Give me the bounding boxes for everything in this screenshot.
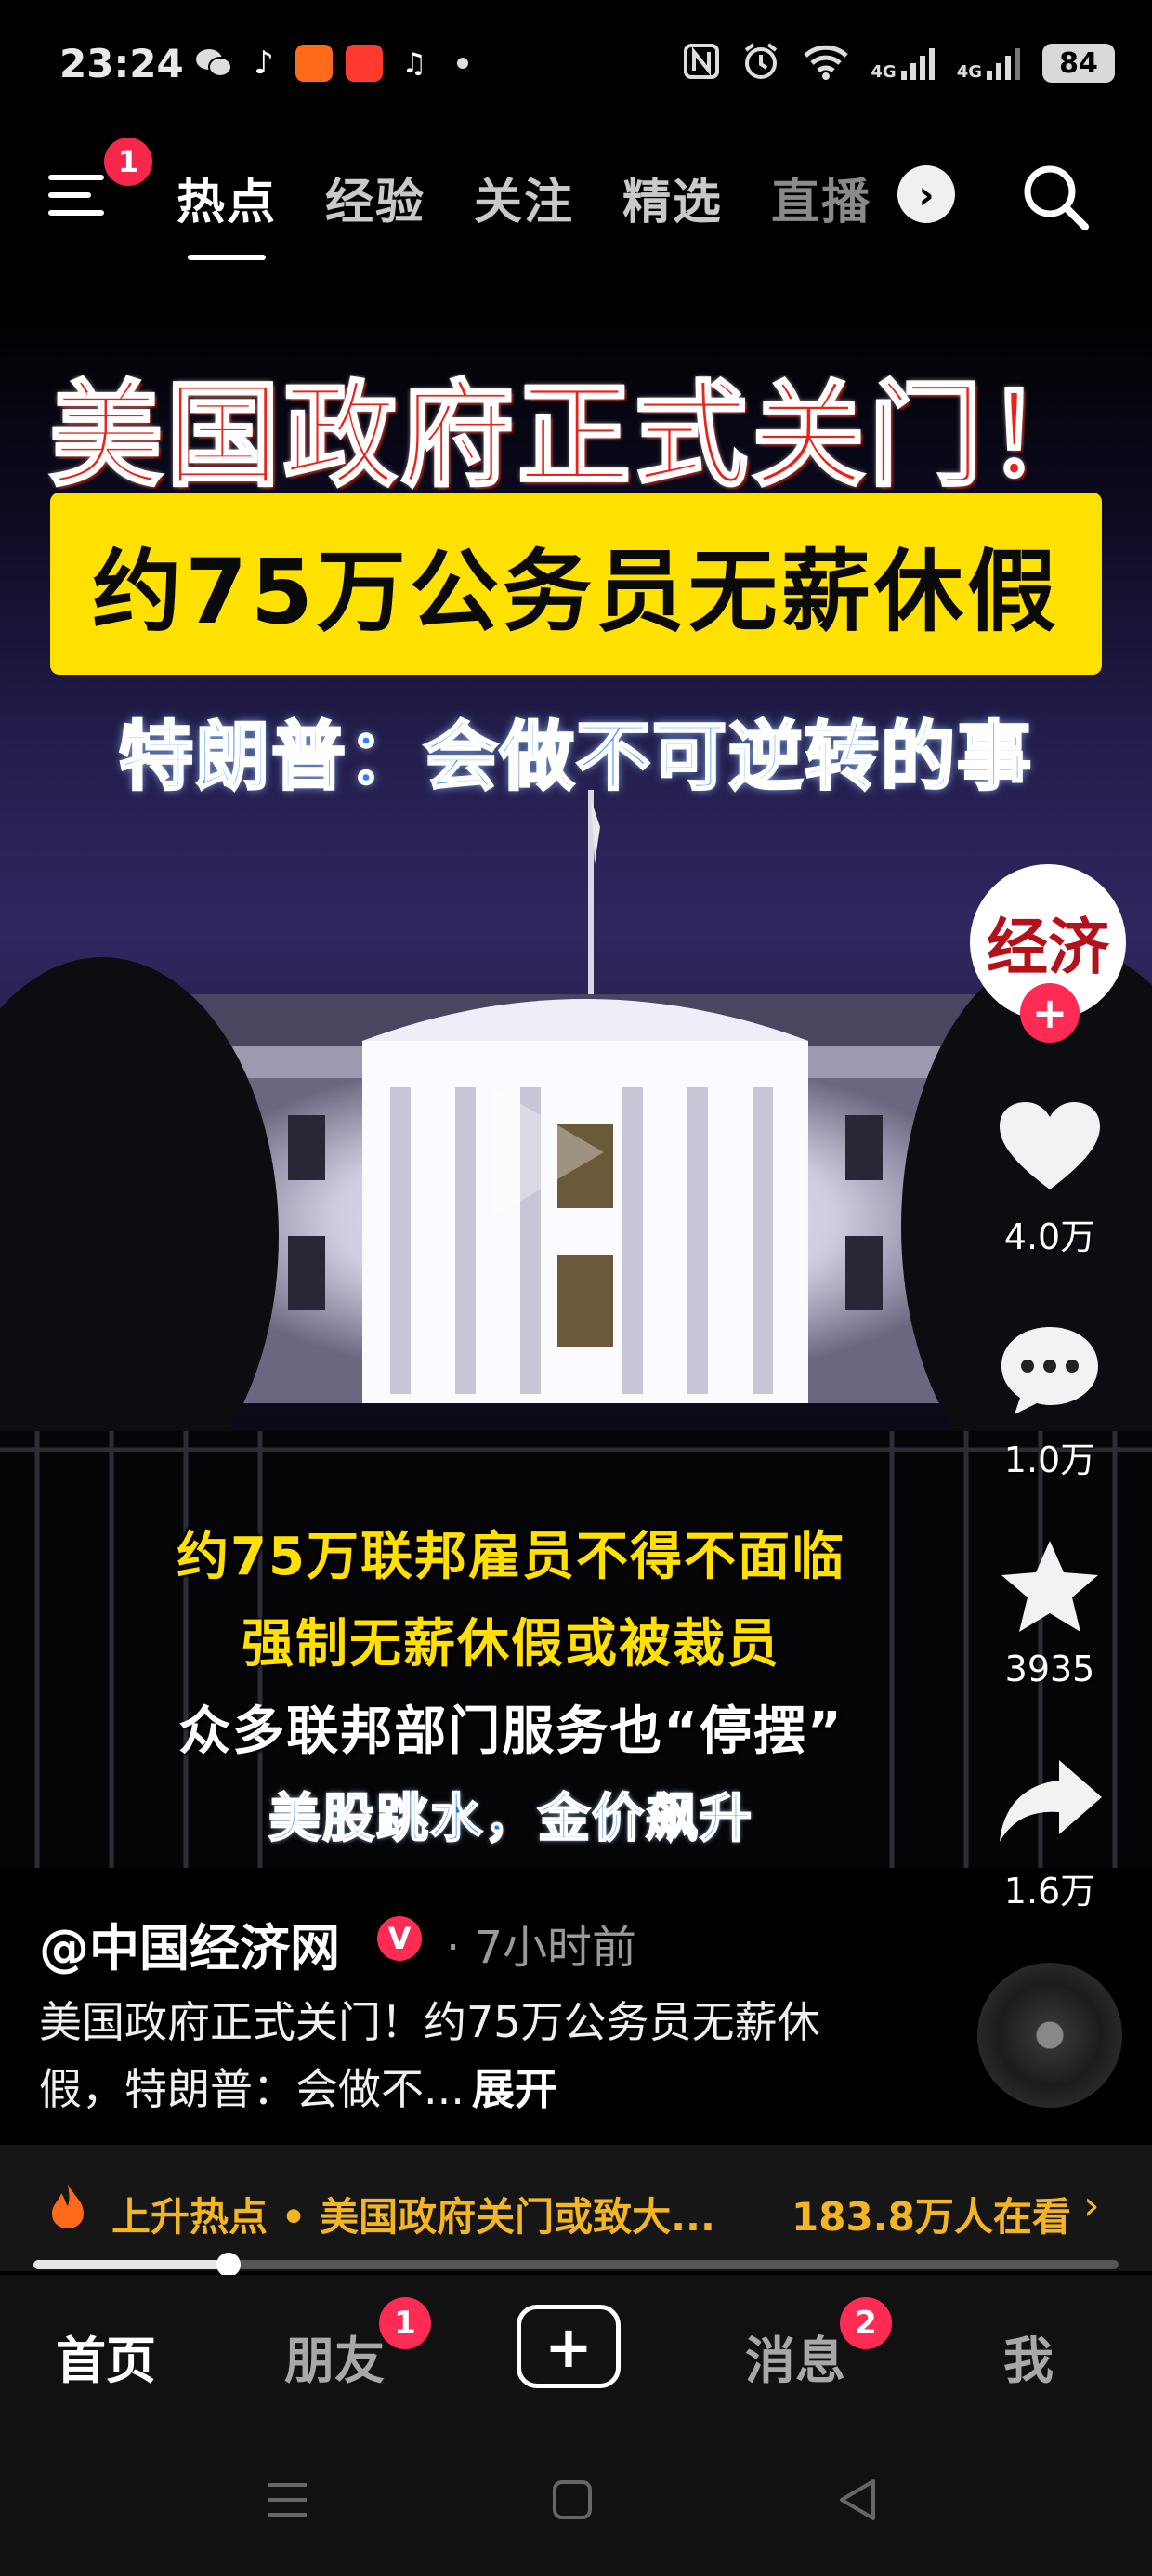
favorite-count: 3935: [1004, 1649, 1095, 1689]
feed-tabs: 热点 经验 关注 精选 直播: [177, 163, 871, 260]
verified-badge-icon: V: [377, 1916, 422, 1961]
subtitle-line-4: 美股跳水，金价飙升: [268, 1788, 753, 1850]
video-progress-fill: [33, 2260, 229, 2269]
comment-button[interactable]: 1.0万: [985, 1320, 1115, 1482]
share-button[interactable]: 1.6万: [985, 1751, 1115, 1913]
tab-following[interactable]: 关注: [474, 163, 574, 232]
hamburger-icon: [48, 175, 104, 216]
nav-me[interactable]: 我: [1003, 2320, 1054, 2393]
friends-badge: 1: [379, 2297, 431, 2349]
video-player[interactable]: 美国政府正式关门！ 约75万公务员无薪休假 特朗普：会做不可逆转的事 约75万联…: [0, 307, 1152, 1868]
network-type-1: 4G: [871, 62, 897, 82]
nav-home[interactable]: 首页: [56, 2320, 156, 2393]
favorite-button[interactable]: 3935: [985, 1537, 1115, 1689]
status-time: 23:24: [59, 41, 184, 86]
video-banner: 约75万公务员无薪休假: [50, 493, 1102, 675]
more-tabs-button[interactable]: ›: [897, 165, 955, 223]
heart-icon: [1000, 1102, 1100, 1189]
like-count: 4.0万: [1003, 1216, 1096, 1257]
play-icon[interactable]: [483, 1078, 613, 1227]
tiktok-icon: ♪: [254, 45, 274, 82]
app-icon-red: [346, 45, 383, 82]
video-progress-handle[interactable]: [216, 2253, 241, 2277]
music-disc-icon[interactable]: [977, 1963, 1122, 2108]
menu-notification-badge: 1: [104, 138, 152, 186]
more-notifications-dot: [457, 58, 468, 69]
post-time: · 7小时前: [446, 1922, 637, 1974]
search-button[interactable]: [1018, 160, 1093, 234]
wechat-icon: [195, 45, 232, 82]
nav-friends[interactable]: 朋友: [284, 2320, 385, 2393]
trending-chevron-icon[interactable]: ›: [1083, 2182, 1100, 2229]
tab-featured[interactable]: 精选: [622, 163, 723, 232]
alarm-icon: [740, 41, 781, 85]
author-name[interactable]: @中国经济网: [39, 1907, 340, 1980]
plus-icon: +: [1031, 988, 1068, 1038]
status-bar: 23:24 ♪ ♫ 4G 4G 84: [0, 0, 1152, 130]
expand-caption-button[interactable]: 展开: [472, 2064, 557, 2114]
flame-icon: [46, 2182, 89, 2241]
recent-apps-icon[interactable]: [266, 2479, 308, 2520]
messages-badge: 2: [840, 2297, 892, 2349]
app-icon-orange: [295, 45, 333, 82]
wifi-icon: [802, 43, 850, 84]
battery-indicator: 84: [1042, 44, 1115, 83]
tab-live[interactable]: 直播: [771, 163, 871, 232]
back-icon[interactable]: [836, 2477, 877, 2522]
trending-viewers: 183.8万人在看: [792, 2194, 1071, 2240]
follow-button[interactable]: +: [1020, 983, 1080, 1043]
like-button[interactable]: 4.0万: [985, 1097, 1115, 1259]
tab-hot[interactable]: 热点: [177, 163, 277, 260]
network-type-2: 4G: [956, 62, 982, 82]
video-headline: 美国政府正式关门！: [48, 369, 1103, 504]
menu-button[interactable]: [46, 167, 111, 223]
share-count: 1.6万: [1003, 1871, 1096, 1912]
subtitle-line-2: 强制无薪休假或被裁员: [242, 1614, 780, 1675]
system-navigation-bar: [0, 2424, 1152, 2576]
signal-icon-1: 4G: [871, 45, 936, 82]
star-icon: [1001, 1541, 1098, 1632]
system-status-icons: 4G 4G 84: [683, 41, 1115, 85]
comment-count: 1.0万: [1003, 1439, 1096, 1480]
subtitle-line-1: 约75万联邦雇员不得不面临: [177, 1527, 845, 1587]
home-icon[interactable]: [552, 2479, 593, 2520]
tiktok-lite-icon: ♫: [401, 46, 427, 80]
create-button[interactable]: +: [517, 2305, 621, 2388]
nav-messages[interactable]: 消息: [745, 2320, 845, 2393]
subtitle-line-3: 众多联邦部门服务也“停摆”: [178, 1702, 844, 1762]
tab-experience[interactable]: 经验: [325, 163, 425, 232]
video-banner-text: 约75万公务员无薪休假: [92, 539, 1060, 644]
signal-icon-2: 4G: [957, 45, 1022, 82]
plus-icon: +: [544, 2312, 593, 2381]
notification-icons: ♪ ♫: [195, 45, 468, 82]
comment-icon: [1001, 1327, 1098, 1414]
post-caption[interactable]: 美国政府正式关门！约75万公务员无薪休假，特朗普：会做不... 展开: [39, 1989, 857, 2123]
caption-text: 美国政府正式关门！约75万公务员无薪休假，特朗普：会做不...: [39, 1997, 820, 2114]
trending-topic[interactable]: 上升热点 • 美国政府关门或致大...: [111, 2186, 715, 2242]
search-icon: [1024, 165, 1089, 230]
share-icon: [1000, 1760, 1102, 1842]
video-quote: 特朗普：会做不可逆转的事: [118, 713, 1033, 802]
nfc-icon: [683, 43, 720, 84]
chevron-right-icon: ›: [918, 171, 935, 217]
avatar-logo-text: 经济: [987, 911, 1109, 983]
